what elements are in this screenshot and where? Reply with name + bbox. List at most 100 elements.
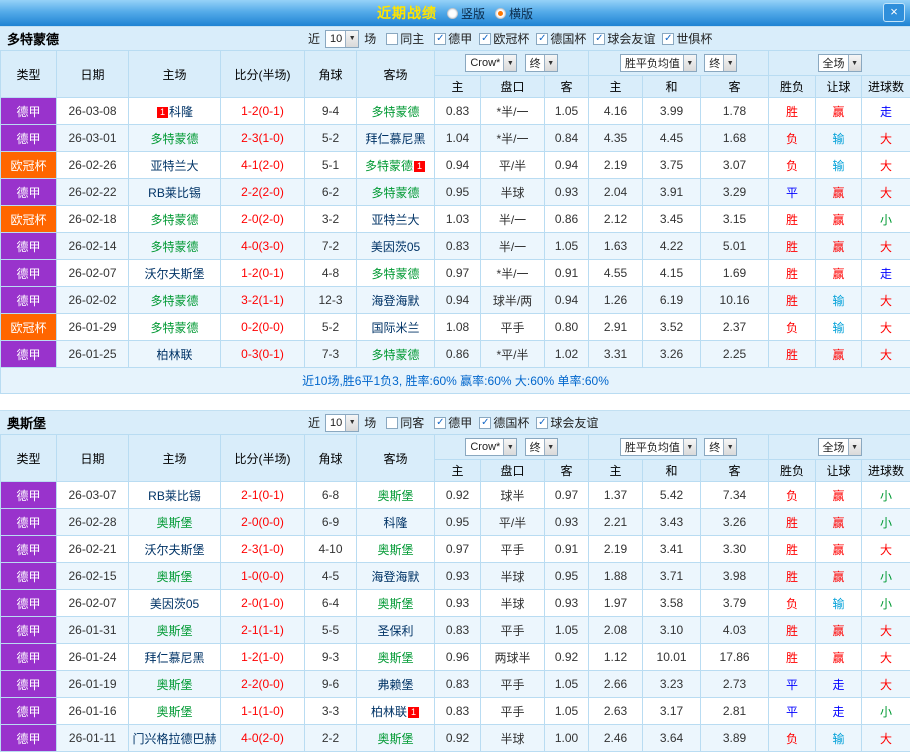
away-team-name[interactable]: 奥斯堡 xyxy=(377,597,413,611)
away-team-name[interactable]: 海登海默 xyxy=(371,294,419,308)
league-filter-checkbox[interactable]: ✓ 德甲 xyxy=(434,414,472,431)
handicap-line: 平/半 xyxy=(480,508,545,536)
europe-odds-away: 2.73 xyxy=(700,670,770,698)
chevron-down-icon: ▼ xyxy=(503,55,517,71)
home-team-name[interactable]: RB莱比锡 xyxy=(148,489,201,503)
match-scope-select[interactable]: 全场 ▼ xyxy=(817,438,862,456)
europe-odds-draw: 3.23 xyxy=(642,670,702,698)
handicap-line: 半球 xyxy=(480,562,545,590)
away-team-name[interactable]: 奥斯堡 xyxy=(377,543,413,557)
europe-odds-draw: 3.43 xyxy=(642,508,702,536)
result-handicap: 输 xyxy=(815,313,863,341)
recent-count-select[interactable]: 10 ▼ xyxy=(325,29,360,48)
europe-odds-draw: 6.19 xyxy=(642,286,702,314)
league-filter-checkbox[interactable]: ✓ 世俱杯 xyxy=(662,30,712,47)
league-filter-label: 欧冠杯 xyxy=(493,32,530,47)
corner-count: 9-6 xyxy=(304,670,357,698)
away-team-name[interactable]: 多特蒙德 xyxy=(371,105,419,119)
col-header-ep-home: 主 xyxy=(588,459,644,482)
handicap-odds-away: 0.94 xyxy=(543,286,590,314)
away-team-name[interactable]: 奥斯堡 xyxy=(377,489,413,503)
home-team-name[interactable]: 多特蒙德 xyxy=(150,321,198,335)
home-team-name[interactable]: 奥斯堡 xyxy=(156,570,192,584)
match-score: 1-2(0-1) xyxy=(220,259,305,287)
europe-odds-home: 1.97 xyxy=(588,589,644,617)
away-team-name[interactable]: 圣保利 xyxy=(377,624,413,638)
europe-odds-select[interactable]: 胜平负均值 ▼ xyxy=(619,54,697,72)
corner-count: 5-5 xyxy=(304,616,357,644)
away-team-name[interactable]: 亚特兰大 xyxy=(371,213,419,227)
home-team-cell: 奥斯堡 xyxy=(128,508,221,536)
home-team-name[interactable]: 多特蒙德 xyxy=(150,294,198,308)
away-team-name[interactable]: 多特蒙德 xyxy=(371,348,419,362)
home-team-name[interactable]: 柏林联 xyxy=(156,348,192,362)
league-filter-checkbox[interactable]: ✓ 德国杯 xyxy=(536,30,586,47)
home-team-name[interactable]: 奥斯堡 xyxy=(156,624,192,638)
league-filter-checkbox[interactable]: ✓ 球会友谊 xyxy=(593,30,655,47)
match-row: 德甲 26-01-24 拜仁慕尼黑 1-2(1-0) 9-3 奥斯堡 0.96 两球半 0.92… xyxy=(0,643,910,671)
europe-odds-draw: 3.26 xyxy=(642,340,702,368)
away-team-name[interactable]: 科隆 xyxy=(383,516,407,530)
away-team-name[interactable]: 拜仁慕尼黑 xyxy=(365,132,425,146)
corner-count: 4-8 xyxy=(304,259,357,287)
close-button[interactable]: × xyxy=(883,3,905,22)
away-team-name[interactable]: 海登海默 xyxy=(371,570,419,584)
home-team-name[interactable]: 门兴格拉德巴赫 xyxy=(132,732,216,746)
col-header-odds-away: 客 xyxy=(543,459,590,482)
home-team-name[interactable]: 拜仁慕尼黑 xyxy=(144,651,204,665)
league-filter-checkbox[interactable]: ✓ 德甲 xyxy=(434,30,472,47)
chevron-down-icon: ▼ xyxy=(345,30,359,47)
home-team-cell: 亚特兰大 xyxy=(128,151,221,179)
bookmaker-select[interactable]: Crow* ▼ xyxy=(465,438,518,456)
layout-radio-vertical[interactable]: 竖版 xyxy=(446,5,485,22)
league-filter-checkbox[interactable]: ✓ 球会友谊 xyxy=(536,414,598,431)
home-team-name[interactable]: 奥斯堡 xyxy=(156,678,192,692)
handicap-odds-away: 0.92 xyxy=(543,643,590,671)
layout-radio-horizontal[interactable]: 横版 xyxy=(495,5,533,22)
away-team-name[interactable]: 美因茨05 xyxy=(371,240,420,254)
handicap-odds-home: 0.92 xyxy=(434,724,481,752)
home-team-name[interactable]: 多特蒙德 xyxy=(150,213,198,227)
result-goals: 大 xyxy=(861,724,910,752)
away-team-name[interactable]: 奥斯堡 xyxy=(377,732,413,746)
result-wdl: 负 xyxy=(768,589,817,617)
home-team-name[interactable]: 科隆 xyxy=(169,105,193,119)
home-team-name[interactable]: 沃尔夫斯堡 xyxy=(144,543,204,557)
same-venue-checkbox[interactable]: 同主 xyxy=(386,30,424,47)
home-team-name[interactable]: 多特蒙德 xyxy=(150,132,198,146)
recent-count-select[interactable]: 10 ▼ xyxy=(325,413,360,432)
bookmaker-select[interactable]: Crow* ▼ xyxy=(465,54,518,72)
europe-stage-select[interactable]: 终 ▼ xyxy=(704,438,738,456)
europe-odds-home: 2.19 xyxy=(588,151,644,179)
away-team-name[interactable]: 多特蒙德 xyxy=(365,159,413,173)
same-venue-checkbox[interactable]: 同客 xyxy=(386,414,424,431)
odds-stage-select[interactable]: 终 ▼ xyxy=(524,54,558,72)
league-filter-checkbox[interactable]: ✓ 欧冠杯 xyxy=(479,30,529,47)
chevron-down-icon: ▼ xyxy=(682,439,696,455)
away-team-name[interactable]: 多特蒙德 xyxy=(371,267,419,281)
home-team-name[interactable]: RB莱比锡 xyxy=(148,186,201,200)
match-score: 3-2(1-1) xyxy=(220,286,305,314)
away-team-name[interactable]: 多特蒙德 xyxy=(371,186,419,200)
away-team-name[interactable]: 国际米兰 xyxy=(371,321,419,335)
away-team-cell: 柏林联 1 xyxy=(356,697,435,725)
away-team-name[interactable]: 奥斯堡 xyxy=(377,651,413,665)
odds-stage-select[interactable]: 终 ▼ xyxy=(524,438,558,456)
away-team-cell: 拜仁慕尼黑 xyxy=(356,124,435,152)
league-filter-checkbox[interactable]: ✓ 德国杯 xyxy=(479,414,529,431)
home-team-name[interactable]: 美因茨05 xyxy=(150,597,199,611)
home-team-name[interactable]: 多特蒙德 xyxy=(150,240,198,254)
away-team-name[interactable]: 柏林联 xyxy=(371,705,407,719)
home-team-name[interactable]: 沃尔夫斯堡 xyxy=(144,267,204,281)
col-header-odds-home: 主 xyxy=(434,459,481,482)
match-scope-select[interactable]: 全场 ▼ xyxy=(817,54,862,72)
home-team-name[interactable]: 奥斯堡 xyxy=(156,705,192,719)
europe-stage-select[interactable]: 终 ▼ xyxy=(704,54,738,72)
result-wdl: 胜 xyxy=(768,97,817,125)
europe-odds-select[interactable]: 胜平负均值 ▼ xyxy=(619,438,697,456)
handicap-odds-away: 1.05 xyxy=(543,97,590,125)
home-team-name[interactable]: 奥斯堡 xyxy=(156,516,192,530)
home-team-name[interactable]: 亚特兰大 xyxy=(150,159,198,173)
europe-odds-away: 5.01 xyxy=(700,232,770,260)
away-team-name[interactable]: 弗赖堡 xyxy=(377,678,413,692)
